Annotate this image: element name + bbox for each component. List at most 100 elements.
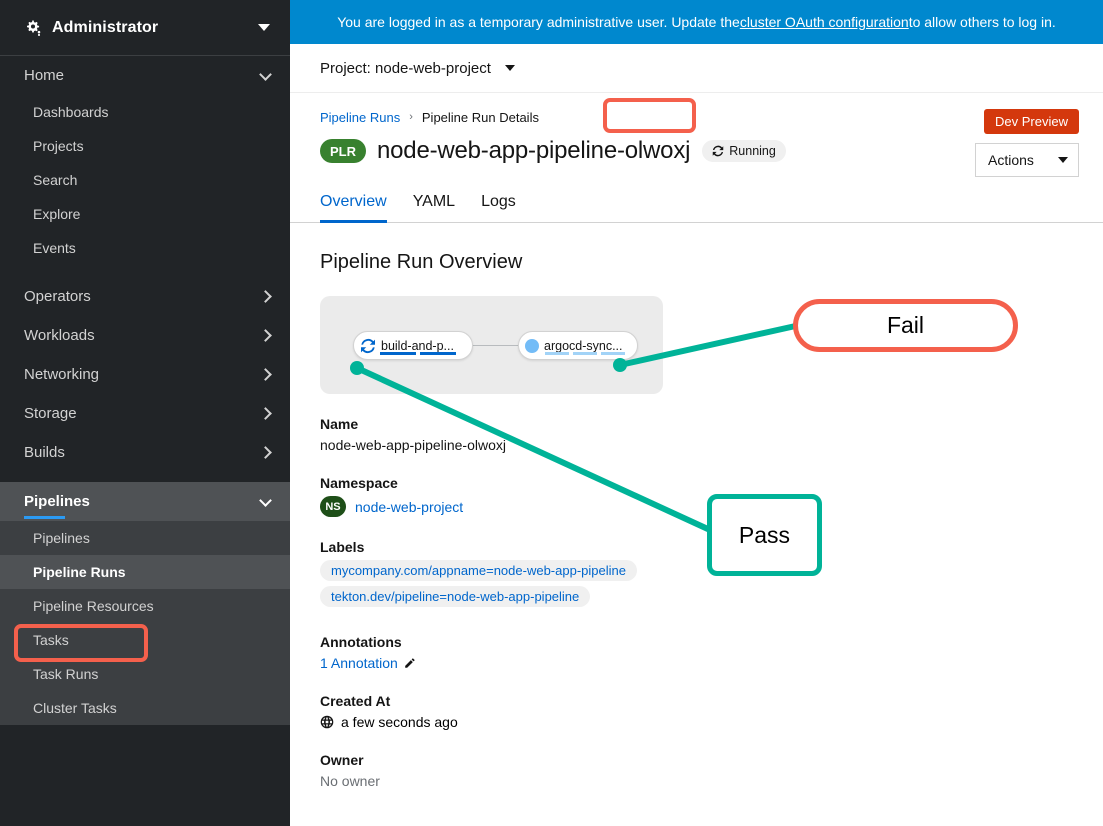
sidebar-item-pipeline-runs[interactable]: Pipeline Runs xyxy=(0,555,290,589)
tab-yaml[interactable]: YAML xyxy=(400,193,468,222)
sidebar-item-operators[interactable]: Operators xyxy=(0,277,290,316)
masthead[interactable]: Administrator xyxy=(0,0,290,56)
created-at-value: a few seconds ago xyxy=(341,714,458,730)
sidebar-item-label: Search xyxy=(33,172,78,188)
tab-overview[interactable]: Overview xyxy=(320,193,400,223)
actions-dropdown-label: Actions xyxy=(988,152,1034,168)
actions-dropdown-button[interactable]: Actions xyxy=(975,143,1079,177)
sidebar-item-label: Operators xyxy=(24,288,91,305)
chevron-down-icon xyxy=(1058,157,1068,163)
field-value: No owner xyxy=(320,773,380,789)
sidebar-item-networking[interactable]: Networking xyxy=(0,355,290,394)
sidebar-item-tasks[interactable]: Tasks xyxy=(0,623,290,657)
label-chip-list: mycompany.com/appname=node-web-app-pipel… xyxy=(320,560,1073,612)
dev-preview-badge: Dev Preview xyxy=(984,109,1079,134)
sidebar-item-events[interactable]: Events xyxy=(0,231,290,265)
active-indicator xyxy=(24,516,65,519)
annotations-edit-link[interactable]: 1 Annotation xyxy=(320,655,1073,671)
sidebar-item-label: Task Runs xyxy=(33,666,99,682)
tab-logs[interactable]: Logs xyxy=(468,193,529,222)
field-label: Annotations xyxy=(320,634,402,650)
gear-icon xyxy=(27,20,41,36)
sidebar-item-dashboards[interactable]: Dashboards xyxy=(0,95,290,129)
breadcrumb-current: Pipeline Run Details xyxy=(421,109,539,125)
sync-icon xyxy=(713,145,724,157)
sidebar-item-label: Tasks xyxy=(33,632,69,648)
field-label: Owner xyxy=(320,752,364,768)
graph-edge xyxy=(473,345,518,346)
sidebar-group-home: Home Dashboards Projects Search Explore … xyxy=(0,56,290,265)
sidebar-item-label: Home xyxy=(24,67,65,84)
status-badge-label: Running xyxy=(729,144,776,158)
banner-text-after: to allow others to log in. xyxy=(908,14,1056,30)
pipeline-task-node-build-and-push[interactable]: build-and-p... xyxy=(353,331,473,360)
created-at-row: a few seconds ago xyxy=(320,714,1073,730)
pipeline-task-node-label: argocd-sync... xyxy=(544,338,623,353)
sidebar-item-label: Builds xyxy=(24,444,65,461)
sidebar-item-label: Networking xyxy=(24,366,100,383)
chevron-right-icon xyxy=(259,407,272,420)
field-label: Labels xyxy=(320,539,365,555)
sidebar-item-label: Projects xyxy=(33,138,84,154)
pencil-icon xyxy=(405,657,415,668)
annotation-callout-pass-label: Pass xyxy=(738,521,791,548)
sidebar-group-pipelines: Pipelines Pipelines Pipeline Runs Pipeli… xyxy=(0,482,290,725)
sidebar-item-storage[interactable]: Storage xyxy=(0,394,290,433)
field-value: node-web-app-pipeline-olwoxj xyxy=(320,437,506,453)
chevron-right-icon xyxy=(259,446,272,459)
sidebar-item-label: Events xyxy=(33,240,76,256)
label-chip[interactable]: tekton.dev/pipeline=node-web-app-pipelin… xyxy=(320,586,591,607)
sidebar-item-pipelines[interactable]: Pipelines xyxy=(0,521,290,555)
main-content: You are logged in as a temporary adminis… xyxy=(290,0,1103,826)
pipeline-graph: build-and-p... argocd-sync... xyxy=(320,296,663,394)
cluster-oauth-configuration-link[interactable]: cluster OAuth configuration xyxy=(740,14,909,30)
sidebar-item-label: Storage xyxy=(24,405,77,422)
sidebar-item-search[interactable]: Search xyxy=(0,163,290,197)
annotation-callout-pass: Pass xyxy=(707,494,822,576)
sidebar-item-label: Pipelines xyxy=(24,493,90,510)
node-progress-bars xyxy=(380,352,456,355)
sidebar-item-explore[interactable]: Explore xyxy=(0,197,290,231)
field-label: Created At xyxy=(320,693,391,709)
namespace-link[interactable]: node-web-project xyxy=(355,499,463,515)
sidebar-item-projects[interactable]: Projects xyxy=(0,129,290,163)
sidebar-item-pipelines-group[interactable]: Pipelines xyxy=(0,482,290,521)
sidebar-item-cluster-tasks[interactable]: Cluster Tasks xyxy=(0,691,290,725)
project-selector[interactable]: Project: node-web-project xyxy=(290,44,1103,93)
tab-bar: Overview YAML Logs xyxy=(290,179,1103,223)
field-label: Namespace xyxy=(320,475,398,491)
tab-label: Logs xyxy=(481,193,516,210)
temporary-admin-banner: You are logged in as a temporary adminis… xyxy=(290,0,1103,44)
field-label: Name xyxy=(320,416,359,432)
title-row: PLR node-web-app-pipeline-olwoxj Running xyxy=(320,137,1079,165)
annotation-callout-fail: Fail xyxy=(793,299,1018,352)
chevron-right-icon xyxy=(259,329,272,342)
annotations-count-label: 1 Annotation xyxy=(320,655,398,671)
label-chip[interactable]: mycompany.com/appname=node-web-app-pipel… xyxy=(320,560,637,581)
chevron-down-icon xyxy=(259,67,272,81)
pipeline-task-node-argocd-sync[interactable]: argocd-sync... xyxy=(518,331,638,360)
project-selector-label: Project: node-web-project xyxy=(320,59,491,77)
field-created-at: Created At a few seconds ago xyxy=(320,693,1073,730)
chevron-right-icon xyxy=(259,290,272,303)
node-progress-bars xyxy=(545,352,625,355)
sidebar-item-task-runs[interactable]: Task Runs xyxy=(0,657,290,691)
sidebar-item-home[interactable]: Home xyxy=(0,56,290,95)
field-namespace: Namespace NS node-web-project xyxy=(320,475,1073,517)
chevron-down-icon[interactable] xyxy=(258,24,270,31)
chevron-right-icon xyxy=(259,368,272,381)
banner-text-before: You are logged in as a temporary adminis… xyxy=(337,14,740,30)
field-annotations: Annotations 1 Annotation xyxy=(320,634,1073,671)
sidebar-item-workloads[interactable]: Workloads xyxy=(0,316,290,355)
breadcrumb-link-pipeline-runs[interactable]: Pipeline Runs xyxy=(320,110,400,125)
masthead-title: Administrator xyxy=(52,18,159,36)
sidebar-item-label: Cluster Tasks xyxy=(33,700,117,716)
sidebar-item-pipeline-resources[interactable]: Pipeline Resources xyxy=(0,589,290,623)
tab-label: Overview xyxy=(320,193,387,210)
globe-icon xyxy=(320,715,334,729)
sync-icon xyxy=(361,338,375,353)
field-labels: Labels mycompany.com/appname=node-web-ap… xyxy=(320,539,1073,612)
sidebar-item-builds[interactable]: Builds xyxy=(0,433,290,472)
field-name: Name node-web-app-pipeline-olwoxj xyxy=(320,416,1073,453)
field-owner: Owner No owner xyxy=(320,752,1073,789)
